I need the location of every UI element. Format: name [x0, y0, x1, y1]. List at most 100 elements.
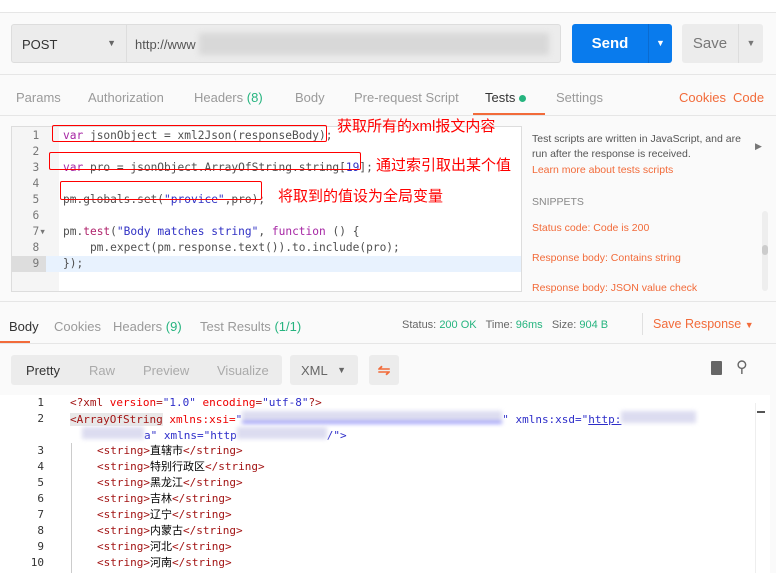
code-line[interactable]: 6 — [12, 208, 521, 224]
view-raw[interactable]: Raw — [89, 363, 115, 378]
test-results-count: (1/1) — [274, 319, 302, 334]
xml-line: 8 <string>内蒙古</string> — [0, 523, 770, 539]
annotation-box — [52, 125, 327, 142]
tab-params[interactable]: Params — [16, 90, 61, 105]
attr-value: http: — [588, 413, 622, 426]
headers-count: (8) — [246, 90, 263, 105]
chevron-down-icon: ▼ — [744, 320, 754, 330]
method-select[interactable]: POST ▼ — [11, 24, 127, 63]
url-text: http://www — [135, 37, 196, 52]
resp-tab-headers[interactable]: Headers (9) — [113, 319, 182, 334]
url-input[interactable]: http://www — [127, 24, 561, 63]
line-number: 7 — [37, 508, 44, 521]
attr: a" xmlns=" — [144, 429, 211, 442]
snippets-scrollbar[interactable] — [762, 211, 768, 291]
line-number: 10 — [30, 556, 44, 569]
view-preview[interactable]: Preview — [143, 363, 189, 378]
time-value: 96ms — [515, 319, 543, 331]
line-number: 2 — [32, 145, 46, 158]
tests-editor[interactable]: 1 var jsonObject = xml2Json(responseBody… — [11, 126, 522, 292]
code-link[interactable]: Code — [733, 90, 764, 105]
tab-pre-request-script[interactable]: Pre-request Script — [354, 90, 459, 105]
format-select[interactable]: XML ▼ — [290, 355, 358, 385]
send-label: Send — [591, 35, 629, 52]
annotation-text: 通过索引取出某个值 — [376, 157, 512, 174]
string-value: 吉林 — [149, 492, 172, 505]
xml-line: 9 <string>河北</string> — [0, 539, 770, 555]
status-label: Status: — [402, 319, 437, 331]
status-value: 200 OK — [439, 319, 477, 331]
code-line[interactable]: 9 }); — [12, 256, 521, 272]
cookies-link[interactable]: Cookies — [679, 90, 726, 105]
tab-authorization[interactable]: Authorization — [88, 90, 164, 105]
response-body[interactable]: 1 <?xml version="1.0" encoding="utf-8"?> … — [0, 395, 770, 573]
annotation-box — [60, 181, 262, 200]
copy-icon[interactable] — [711, 361, 722, 375]
snippet-status-code[interactable]: Status code: Code is 200 — [532, 222, 649, 234]
line-number: 2 — [37, 412, 44, 425]
line-number: 7▾ — [32, 225, 46, 238]
search-icon[interactable]: ⚲ — [736, 357, 748, 377]
tab-headers[interactable]: Headers (8) — [194, 90, 263, 105]
root-tag: <ArrayOfString — [70, 413, 163, 426]
tab-body[interactable]: Body — [295, 90, 325, 105]
method-label: POST — [22, 37, 58, 52]
line-number: 9 — [37, 540, 44, 553]
response-meta: Status: 200 OK Time: 96ms Size: 904 B — [402, 319, 608, 331]
tab-label: Headers — [113, 319, 163, 334]
string-value: 黑龙江 — [149, 476, 183, 489]
string-value: 河南 — [149, 556, 172, 569]
tab-tests[interactable]: Tests — [485, 90, 526, 105]
tab-settings[interactable]: Settings — [556, 90, 603, 105]
snippet-contains-string[interactable]: Response body: Contains string — [532, 252, 681, 264]
code-text: pm.test("Body matches string", function … — [63, 225, 360, 238]
view-visualize[interactable]: Visualize — [217, 363, 269, 378]
view-pretty[interactable]: Pretty — [26, 363, 60, 378]
xml-line: 5 <string>黑龙江</string> — [0, 475, 770, 491]
line-number: 6 — [37, 492, 44, 505]
string-value: 直辖市 — [149, 444, 183, 457]
code-line[interactable]: 8 pm.expect(pm.response.text()).to.inclu… — [12, 240, 521, 256]
xml-line: 3 <string>直辖市</string> — [0, 443, 770, 459]
size-value: 904 B — [579, 319, 609, 331]
xml-declaration: <?xml version="1.0" encoding="utf-8"?> — [70, 396, 322, 409]
learn-more-link[interactable]: Learn more about tests scripts — [532, 164, 673, 176]
xml-line: 7 <string>辽宁</string> — [0, 507, 770, 523]
redacted-value — [236, 427, 327, 439]
response-scrollbar[interactable] — [755, 403, 765, 573]
divider — [642, 313, 643, 335]
resp-tab-body[interactable]: Body — [9, 319, 39, 334]
chevron-down-icon: ▼ — [107, 38, 116, 48]
tests-description: Test scripts are written in JavaScript, … — [532, 133, 741, 160]
snippet-json-value-check[interactable]: Response body: JSON value check — [532, 282, 697, 294]
line-number: 3 — [37, 444, 44, 457]
send-button[interactable]: Send ▼ — [572, 24, 672, 63]
save-response-button[interactable]: Save Response ▼ — [653, 317, 754, 331]
resp-tab-test-results[interactable]: Test Results (1/1) — [200, 319, 301, 334]
annotation-text: 将取到的值设为全局变量 — [278, 188, 444, 205]
save-response-label: Save Response — [653, 317, 742, 331]
line-number: 8 — [37, 524, 44, 537]
save-button[interactable]: Save ▼ — [682, 24, 763, 63]
save-label: Save — [692, 35, 728, 52]
headers-count: (9) — [165, 319, 182, 334]
send-dropdown-icon[interactable]: ▼ — [648, 24, 672, 63]
snippets-title: SNIPPETS — [532, 196, 584, 208]
format-label: XML — [301, 363, 328, 378]
string-value: 特别行政区 — [149, 460, 205, 473]
save-dropdown-icon[interactable]: ▼ — [738, 24, 763, 63]
redacted-value — [621, 411, 697, 423]
collapse-arrow-icon[interactable]: ▶ — [755, 141, 762, 152]
annotation-text: 获取所有的xml报文内容 — [337, 118, 496, 135]
string-value: 河北 — [149, 540, 172, 553]
line-number: 6 — [32, 209, 46, 222]
redacted-value — [82, 427, 144, 439]
line-number: 5 — [37, 476, 44, 489]
divider — [0, 74, 776, 75]
line-number: 4 — [37, 460, 44, 473]
code-line[interactable]: 7▾ pm.test("Body matches string", functio… — [12, 224, 521, 240]
divider — [0, 343, 776, 344]
resp-tab-cookies[interactable]: Cookies — [54, 319, 101, 334]
xml-line: 4 <string>特别行政区</string> — [0, 459, 770, 475]
wrap-lines-icon[interactable]: ⇋ — [369, 355, 399, 385]
